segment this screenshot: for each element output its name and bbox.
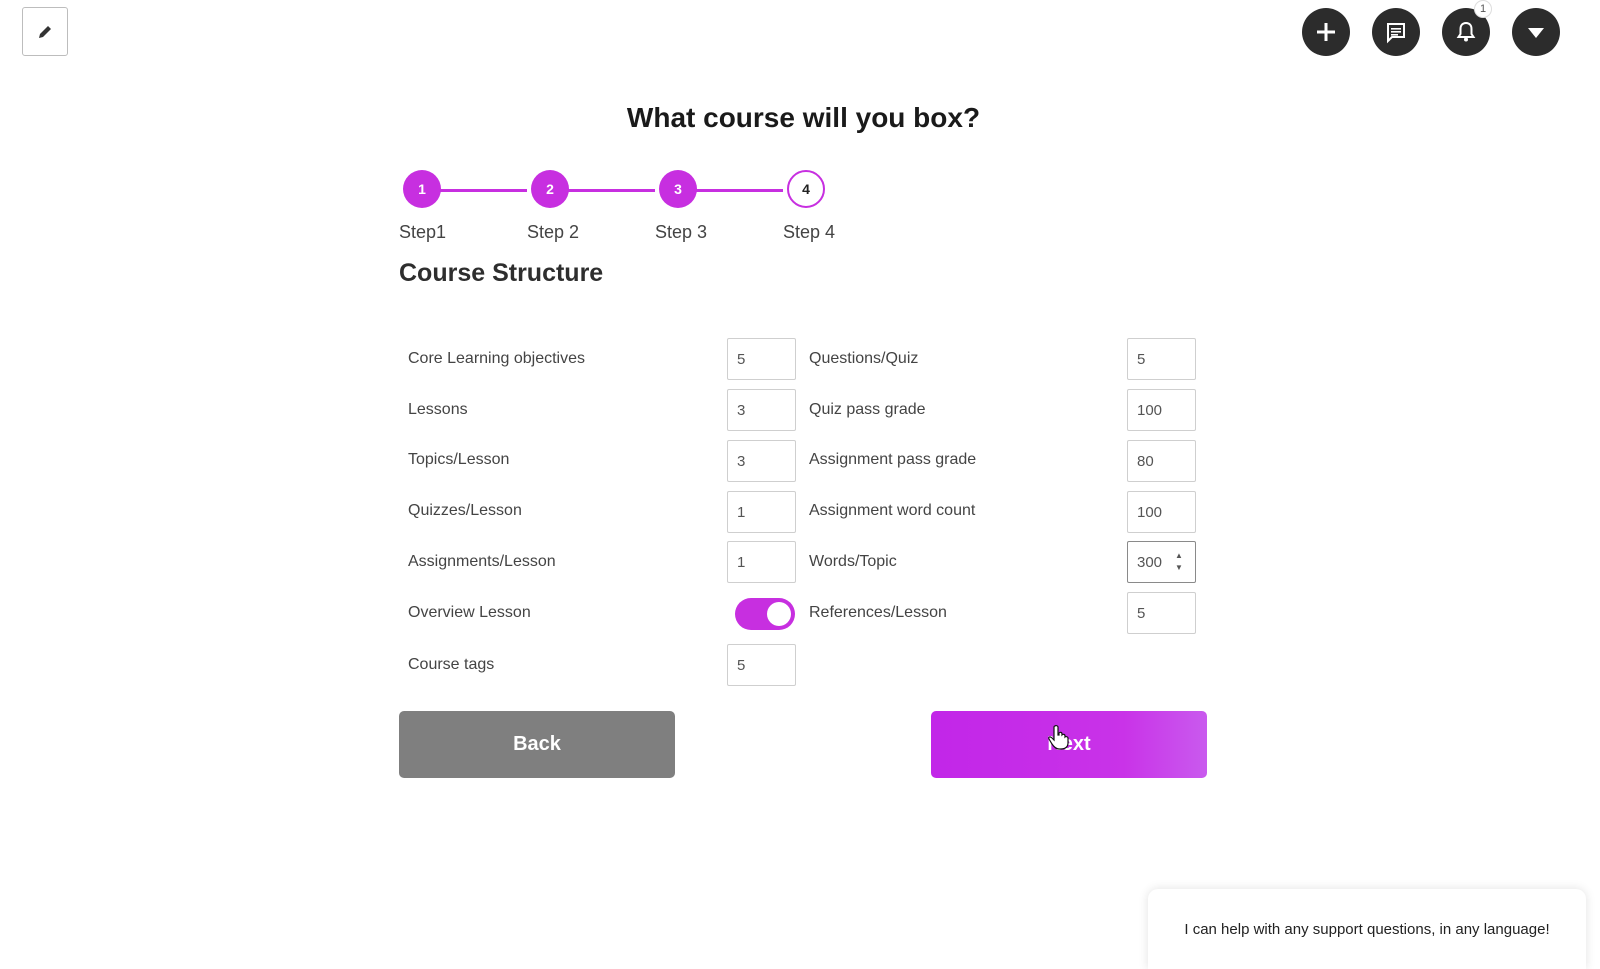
- step-4-label: Step 4: [783, 222, 836, 242]
- support-chat-bubble[interactable]: I can help with any support questions, i…: [1148, 889, 1586, 969]
- assignment-pass-grade-label: Assignment pass grade: [809, 451, 977, 468]
- questions-per-quiz-input[interactable]: [1127, 338, 1196, 380]
- words-per-topic-input[interactable]: [1127, 541, 1196, 583]
- quiz-pass-grade-input[interactable]: [1127, 389, 1196, 431]
- step-3-circle[interactable]: 3: [659, 170, 697, 208]
- top-toolbar: 1: [1302, 0, 1560, 56]
- quiz-pass-grade-label: Quiz pass grade: [809, 401, 926, 418]
- references-per-lesson-input[interactable]: [1127, 592, 1196, 634]
- stepper-down-icon[interactable]: ▼: [1175, 564, 1183, 572]
- assignment-word-count-input[interactable]: [1127, 491, 1196, 533]
- bell-icon: [1456, 21, 1476, 42]
- questions-per-quiz-label: Questions/Quiz: [809, 350, 919, 367]
- assignment-word-count-label: Assignment word count: [809, 502, 976, 519]
- course-tags-label: Course tags: [408, 656, 495, 673]
- step-connector: [565, 189, 655, 192]
- step-2-circle[interactable]: 2: [531, 170, 569, 208]
- back-button[interactable]: Back: [399, 711, 675, 778]
- step-connector: [693, 189, 783, 192]
- messages-button[interactable]: [1372, 8, 1420, 56]
- core-learning-objectives-input[interactable]: [727, 338, 796, 380]
- lessons-label: Lessons: [408, 401, 468, 418]
- stepper-up-icon[interactable]: ▲: [1175, 552, 1183, 560]
- assignment-pass-grade-input[interactable]: [1127, 440, 1196, 482]
- topics-per-lesson-input[interactable]: [727, 440, 796, 482]
- step-1-circle[interactable]: 1: [403, 170, 441, 208]
- account-menu-button[interactable]: [1512, 8, 1560, 56]
- words-per-topic-label: Words/Topic: [809, 553, 897, 570]
- references-per-lesson-label: References/Lesson: [809, 604, 947, 621]
- overview-lesson-toggle[interactable]: [735, 598, 795, 630]
- hand-cursor-icon: [1048, 724, 1069, 750]
- assignments-per-lesson-input[interactable]: [727, 541, 796, 583]
- step-4-circle[interactable]: 4: [787, 170, 825, 208]
- overview-lesson-label: Overview Lesson: [408, 604, 531, 621]
- toggle-knob: [767, 602, 791, 626]
- page-title: What course will you box?: [626, 102, 981, 133]
- lessons-input[interactable]: [727, 389, 796, 431]
- notifications-button[interactable]: 1: [1442, 0, 1492, 56]
- step-1-label: Step1: [399, 222, 447, 242]
- support-chat-message: I can help with any support questions, i…: [1184, 920, 1550, 938]
- chat-icon: [1387, 23, 1405, 44]
- add-button[interactable]: [1302, 8, 1350, 56]
- words-per-topic-stepper[interactable]: ▲ ▼: [1174, 552, 1184, 572]
- quizzes-per-lesson-label: Quizzes/Lesson: [408, 502, 522, 519]
- topics-per-lesson-label: Topics/Lesson: [408, 451, 510, 468]
- edit-button[interactable]: [22, 7, 68, 56]
- step-connector: [437, 189, 527, 192]
- assignments-per-lesson-label: Assignments/Lesson: [408, 553, 556, 570]
- stepper: 1 2 3 4 Step1 Step 2 Step 3 Step 4: [399, 170, 859, 250]
- core-learning-objectives-label: Core Learning objectives: [408, 350, 585, 367]
- caret-down-icon: [1528, 28, 1544, 38]
- quizzes-per-lesson-input[interactable]: [727, 491, 796, 533]
- plus-icon: [1317, 23, 1335, 41]
- step-3-label: Step 3: [655, 222, 708, 242]
- pencil-icon: [39, 25, 51, 38]
- section-title: Course Structure: [399, 259, 604, 287]
- course-tags-input[interactable]: [727, 644, 796, 686]
- step-2-label: Step 2: [527, 222, 580, 242]
- notification-count-badge: 1: [1474, 0, 1492, 18]
